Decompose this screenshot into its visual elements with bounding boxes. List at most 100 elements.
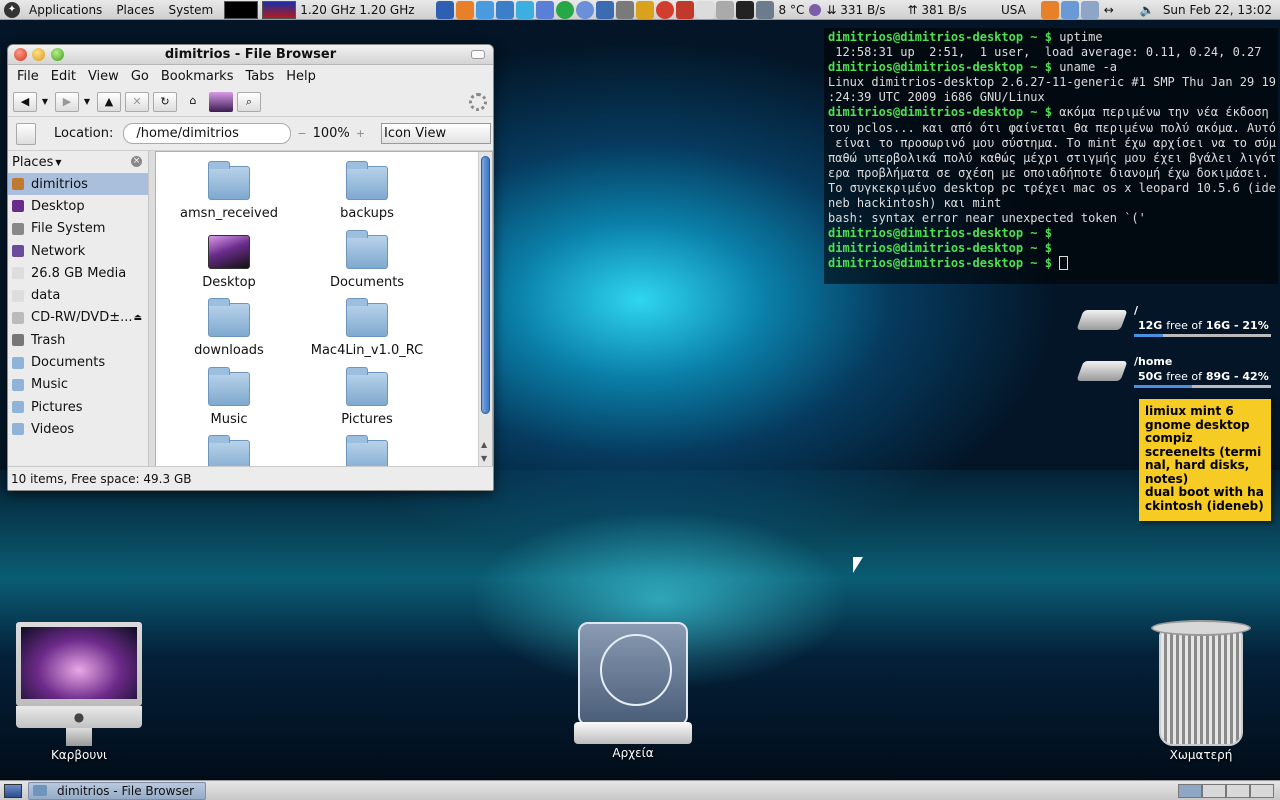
file-item[interactable]: Pictures [298,366,436,427]
sidebar-item[interactable]: dimitrios [8,173,148,196]
terminal-line: dimitrios@dimitrios-desktop ~ $ [828,226,1274,241]
network-tray-icon[interactable]: ↔ [1100,3,1118,17]
menu-system[interactable]: System [161,0,220,20]
file-item[interactable]: Documents [298,229,436,290]
menu-view[interactable]: View [82,69,125,84]
zoom-in-button[interactable]: + [356,127,365,140]
taskbar-window-button[interactable]: dimitrios - File Browser [28,781,206,800]
minimize-button[interactable] [32,48,45,61]
terminal-window[interactable]: dimitrios@dimitrios-desktop ~ $ uptime 1… [824,28,1278,284]
gnome-foot-icon[interactable]: ✦ [4,1,20,18]
menu-file[interactable]: File [11,69,45,84]
sidebar-item[interactable]: Pictures [8,396,148,418]
menu-tabs[interactable]: Tabs [239,69,280,84]
places-header[interactable]: Places ▼ × [8,151,148,173]
desktop-computer-icon[interactable]: ● Καρβουνι [14,622,144,762]
close-button[interactable] [14,48,27,61]
file-item[interactable]: backups [298,161,436,221]
photo-icon[interactable] [675,0,694,19]
menu-places[interactable]: Places [109,0,161,20]
printer-icon[interactable] [695,0,714,19]
skype-icon[interactable] [555,0,574,19]
media-player-icon[interactable] [575,0,594,19]
zoom-level[interactable]: 100% [313,126,350,141]
up-button[interactable]: ▲ [97,91,121,112]
terminal-line: neb hackintosh) και mint [828,196,1002,211]
messenger-icon[interactable] [515,0,534,19]
location-toggle-button[interactable] [16,122,36,145]
sidebar-item[interactable]: Documents [8,351,148,373]
stop-button[interactable]: ✕ [125,91,149,112]
sidebar-item[interactable]: Music [8,374,148,396]
network-globe-icon[interactable] [495,0,514,19]
maximize-button[interactable] [51,48,64,61]
workspace-4[interactable] [1250,783,1274,798]
scrollbar-thumb[interactable] [481,156,490,414]
forward-history-dropdown[interactable]: ▼ [83,97,91,106]
sidebar-item[interactable]: Trash [8,329,148,351]
file-item[interactable] [298,435,436,468]
menu-go[interactable]: Go [125,69,155,84]
back-history-dropdown[interactable]: ▼ [41,97,49,106]
computer-button[interactable] [209,91,233,112]
file-item[interactable]: Mac4Lin_v1.0_RC [298,298,436,358]
window-titlebar[interactable]: dimitrios - File Browser [8,45,493,65]
writer-icon[interactable] [435,0,454,19]
search-button[interactable]: ⌕ [237,91,261,112]
reload-button[interactable]: ↻ [153,91,177,112]
settings-icon[interactable] [715,0,734,19]
desktop-trash-icon[interactable]: Χωματερή [1136,620,1266,762]
vlc-icon[interactable] [635,0,654,19]
scroll-down-arrow[interactable]: ▼ [481,454,487,463]
menu-edit[interactable]: Edit [45,69,82,84]
file-item[interactable]: downloads [160,298,298,358]
sidebar-item[interactable]: 26.8 GB Media [8,262,148,284]
zoom-out-button[interactable]: − [297,127,306,140]
sticky-note[interactable]: limiux mint 6 gnome desktop compiz screenel… [1139,399,1271,521]
workspace-1[interactable] [1178,783,1202,798]
file-item[interactable]: amsn_received [160,161,298,221]
desktop-files-icon[interactable]: Αρχεία [568,622,698,760]
menu-bookmarks[interactable]: Bookmarks [155,69,240,84]
vlc-tray-icon[interactable] [1040,0,1059,19]
close-sidebar-icon[interactable]: × [131,156,142,167]
update-tray-icon[interactable] [1060,0,1079,19]
terminal-icon[interactable] [735,0,754,19]
sidebar-item[interactable]: data [8,284,148,306]
sidebar-item[interactable]: Videos [8,418,148,440]
file-item[interactable]: Desktop [160,234,298,290]
thunderbird-icon[interactable] [475,0,494,19]
eject-icon[interactable]: ⏏ [133,313,142,323]
screenshot-icon[interactable] [595,0,614,19]
folder-icon [12,356,24,369]
scroll-up-arrow[interactable]: ▲ [481,440,487,449]
back-button[interactable]: ◀ [13,91,37,112]
workspace-3[interactable] [1226,783,1250,798]
file-item[interactable] [160,435,298,468]
places-title: Places [12,154,54,170]
chat-icon[interactable] [535,0,554,19]
file-item[interactable]: Music [160,366,298,427]
home-button[interactable]: ⌂ [181,92,205,112]
sidebar-item[interactable]: CD-RW/DVD±... ⏏ [8,307,148,329]
music-player-icon[interactable] [655,0,674,19]
location-input[interactable]: /home/dimitrios [123,123,292,144]
keyboard-layout[interactable]: USA [997,3,1030,17]
shade-button[interactable] [471,50,485,59]
volume-icon[interactable]: 🔈 [1136,3,1159,17]
show-desktop-button[interactable] [4,783,22,798]
sidebar-item[interactable]: Desktop [8,195,148,217]
view-mode-select[interactable]: Icon View [380,123,491,144]
menu-help[interactable]: Help [280,69,322,84]
workspace-2[interactable] [1202,783,1226,798]
menu-applications[interactable]: Applications [22,0,109,20]
firefox-icon[interactable] [455,0,474,19]
menubar: File Edit View Go Bookmarks Tabs Help [8,65,493,87]
forward-button[interactable]: ▶ [55,91,79,112]
sidebar-item[interactable]: File System [8,218,148,240]
text-editor-icon[interactable] [615,0,634,19]
bluetooth-tray-icon[interactable] [1080,0,1099,19]
vertical-scrollbar[interactable]: ▲ ▼ [478,152,492,468]
clock[interactable]: Sun Feb 22, 13:02 [1159,3,1276,17]
sidebar-item[interactable]: Network [8,240,148,262]
